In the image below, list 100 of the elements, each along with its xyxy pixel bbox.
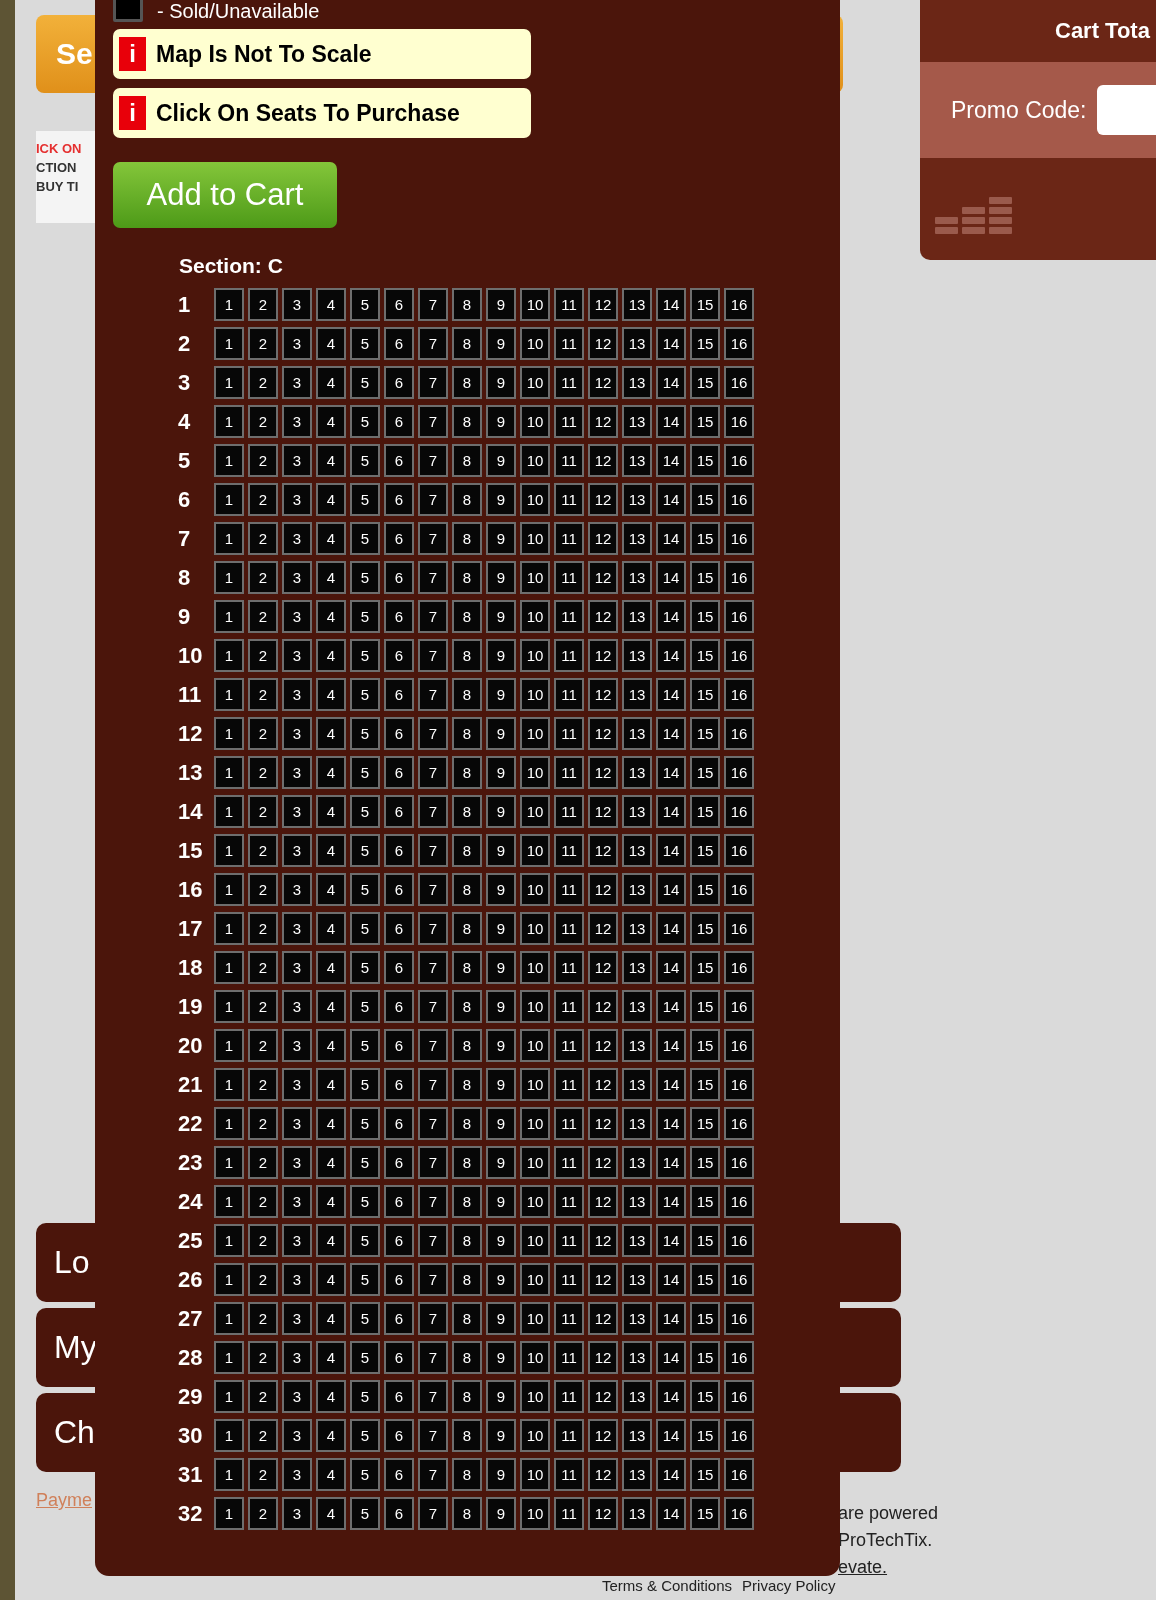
seat[interactable]: 11 [554, 834, 584, 867]
seat[interactable]: 16 [724, 834, 754, 867]
seat[interactable]: 8 [452, 1146, 482, 1179]
seat[interactable]: 15 [690, 1185, 720, 1218]
seat[interactable]: 13 [622, 795, 652, 828]
seat[interactable]: 6 [384, 1146, 414, 1179]
seat[interactable]: 5 [350, 1497, 380, 1530]
seat[interactable]: 5 [350, 1185, 380, 1218]
seat[interactable]: 5 [350, 639, 380, 672]
seat[interactable]: 3 [282, 600, 312, 633]
seat[interactable]: 15 [690, 1224, 720, 1257]
seat[interactable]: 1 [214, 1302, 244, 1335]
seat[interactable]: 11 [554, 1497, 584, 1530]
seat[interactable]: 3 [282, 327, 312, 360]
seat[interactable]: 5 [350, 1302, 380, 1335]
seat[interactable]: 15 [690, 717, 720, 750]
seat[interactable]: 14 [656, 678, 686, 711]
seat[interactable]: 14 [656, 912, 686, 945]
seat[interactable]: 5 [350, 483, 380, 516]
seat[interactable]: 3 [282, 1380, 312, 1413]
seat[interactable]: 9 [486, 327, 516, 360]
seat[interactable]: 2 [248, 1458, 278, 1491]
seat[interactable]: 10 [520, 288, 550, 321]
seat[interactable]: 10 [520, 405, 550, 438]
seat[interactable]: 14 [656, 600, 686, 633]
seat[interactable]: 8 [452, 1029, 482, 1062]
seat[interactable]: 15 [690, 1497, 720, 1530]
seat[interactable]: 8 [452, 483, 482, 516]
seat[interactable]: 14 [656, 990, 686, 1023]
seat[interactable]: 13 [622, 288, 652, 321]
seat[interactable]: 7 [418, 873, 448, 906]
seat[interactable]: 4 [316, 1419, 346, 1452]
seat[interactable]: 3 [282, 1107, 312, 1140]
seat[interactable]: 6 [384, 834, 414, 867]
seat[interactable]: 8 [452, 912, 482, 945]
seat[interactable]: 7 [418, 405, 448, 438]
seat[interactable]: 12 [588, 912, 618, 945]
seat[interactable]: 14 [656, 327, 686, 360]
seat[interactable]: 15 [690, 483, 720, 516]
seat[interactable]: 14 [656, 717, 686, 750]
seat[interactable]: 15 [690, 678, 720, 711]
seat[interactable]: 11 [554, 990, 584, 1023]
seat[interactable]: 5 [350, 327, 380, 360]
seat[interactable]: 5 [350, 1146, 380, 1179]
seat[interactable]: 12 [588, 795, 618, 828]
seat[interactable]: 8 [452, 600, 482, 633]
seat[interactable]: 3 [282, 1146, 312, 1179]
seat[interactable]: 2 [248, 834, 278, 867]
seat[interactable]: 1 [214, 444, 244, 477]
seat[interactable]: 10 [520, 795, 550, 828]
seat[interactable]: 8 [452, 405, 482, 438]
seat[interactable]: 7 [418, 951, 448, 984]
seat[interactable]: 12 [588, 1497, 618, 1530]
seat[interactable]: 1 [214, 951, 244, 984]
seat[interactable]: 6 [384, 444, 414, 477]
seat[interactable]: 8 [452, 795, 482, 828]
seat[interactable]: 15 [690, 561, 720, 594]
seat[interactable]: 12 [588, 1146, 618, 1179]
seat[interactable]: 3 [282, 678, 312, 711]
seat[interactable]: 3 [282, 444, 312, 477]
seat[interactable]: 5 [350, 561, 380, 594]
seat[interactable]: 5 [350, 912, 380, 945]
seat[interactable]: 6 [384, 795, 414, 828]
seat[interactable]: 15 [690, 1302, 720, 1335]
seat[interactable]: 16 [724, 1068, 754, 1101]
seat[interactable]: 2 [248, 912, 278, 945]
seat[interactable]: 14 [656, 1146, 686, 1179]
seat[interactable]: 4 [316, 834, 346, 867]
seat[interactable]: 14 [656, 1302, 686, 1335]
seat[interactable]: 16 [724, 912, 754, 945]
seat[interactable]: 10 [520, 990, 550, 1023]
seat[interactable]: 9 [486, 600, 516, 633]
seat[interactable]: 8 [452, 561, 482, 594]
seat[interactable]: 1 [214, 483, 244, 516]
seat[interactable]: 16 [724, 288, 754, 321]
seat[interactable]: 5 [350, 1263, 380, 1296]
seat[interactable]: 4 [316, 483, 346, 516]
seat[interactable]: 7 [418, 1458, 448, 1491]
seat[interactable]: 11 [554, 522, 584, 555]
seat[interactable]: 6 [384, 912, 414, 945]
seat[interactable]: 2 [248, 327, 278, 360]
seat[interactable]: 13 [622, 1224, 652, 1257]
seat[interactable]: 12 [588, 1458, 618, 1491]
seat[interactable]: 6 [384, 1068, 414, 1101]
seat[interactable]: 10 [520, 1146, 550, 1179]
seat[interactable]: 16 [724, 639, 754, 672]
seat[interactable]: 14 [656, 795, 686, 828]
seat[interactable]: 16 [724, 444, 754, 477]
seat[interactable]: 12 [588, 600, 618, 633]
seat[interactable]: 3 [282, 717, 312, 750]
seat[interactable]: 15 [690, 834, 720, 867]
seat[interactable]: 12 [588, 405, 618, 438]
seat[interactable]: 13 [622, 756, 652, 789]
seat[interactable]: 14 [656, 522, 686, 555]
seat[interactable]: 16 [724, 522, 754, 555]
seat[interactable]: 4 [316, 1068, 346, 1101]
seat[interactable]: 5 [350, 1458, 380, 1491]
footer-link[interactable]: Terms & Conditions [602, 1577, 733, 1594]
seat[interactable]: 4 [316, 639, 346, 672]
seat[interactable]: 16 [724, 873, 754, 906]
